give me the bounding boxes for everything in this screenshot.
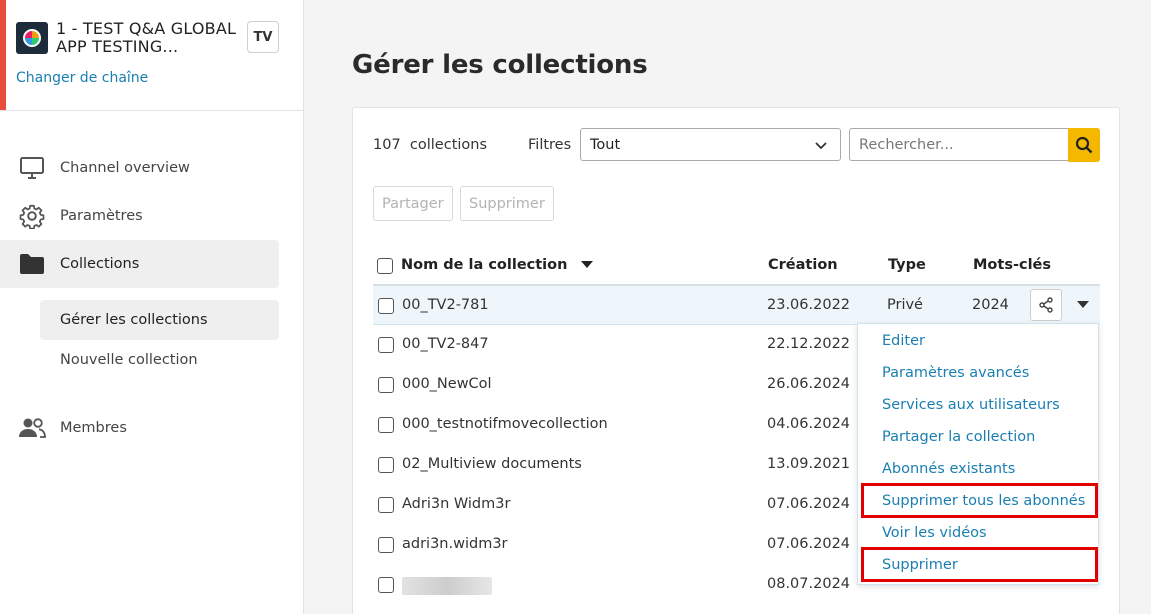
channel-type-badge[interactable]: TV: [247, 21, 279, 53]
row-checkbox[interactable]: [378, 298, 394, 314]
menu-item-voir-videos[interactable]: Voir les vidéos: [858, 519, 1098, 547]
folder-icon: [18, 250, 46, 278]
nav-item-membres[interactable]: Membres: [0, 404, 279, 452]
sub-nav-nouvelle-collection[interactable]: Nouvelle collection: [40, 340, 279, 380]
row-checkbox[interactable]: [378, 377, 394, 393]
row-actions-toggle[interactable]: [1073, 295, 1093, 315]
collection-name: 00_TV2-781: [402, 297, 489, 313]
nav-item-label: Collections: [60, 256, 140, 272]
row-checkbox[interactable]: [378, 577, 394, 593]
redacted-collection-name: [402, 577, 492, 595]
table-row[interactable]: 00_TV2-781 23.06.2022 Privé 2024: [373, 285, 1100, 325]
collection-name: 00_TV2-847: [402, 336, 489, 352]
menu-item-supprimer-abonnes[interactable]: Supprimer tous les abonnés: [861, 483, 1098, 518]
filters-label: Filtres: [528, 137, 572, 153]
sub-nav-gerer-collections[interactable]: Gérer les collections: [40, 300, 279, 340]
nav-item-channel-overview[interactable]: Channel overview: [0, 144, 279, 192]
creation-date: 26.06.2024: [767, 376, 851, 392]
menu-item-supprimer[interactable]: Supprimer: [861, 547, 1098, 582]
menu-item-abonnes-existants[interactable]: Abonnés existants: [858, 455, 1098, 483]
channel-name: 1 - TEST Q&A GLOBAL APP TESTING...: [56, 19, 237, 56]
column-header-creation[interactable]: Création: [768, 257, 838, 273]
search-button[interactable]: [1068, 128, 1100, 162]
users-icon: [18, 414, 46, 442]
collection-name: 000_testnotifmovecollection: [402, 416, 608, 432]
row-checkbox[interactable]: [378, 337, 394, 353]
row-checkbox[interactable]: [378, 457, 394, 473]
nav-item-label: Channel overview: [60, 160, 190, 176]
collection-count: 107 collections: [373, 137, 488, 153]
creation-date: 13.09.2021: [767, 456, 851, 472]
creation-date: 07.06.2024: [767, 536, 851, 552]
nav-item-label: Paramètres: [60, 208, 143, 224]
row-actions-menu: Editer Paramètres avancés Services aux u…: [857, 323, 1099, 585]
channel-logo: [16, 22, 48, 54]
row-share-button[interactable]: [1030, 289, 1062, 321]
search-icon: [1075, 136, 1093, 154]
collection-name: adri3n.widm3r: [402, 536, 508, 552]
collection-name: 000_NewCol: [402, 376, 492, 392]
creation-date: 23.06.2022: [767, 297, 851, 313]
share-button[interactable]: Partager: [373, 186, 453, 221]
creation-date: 07.06.2024: [767, 496, 851, 512]
creation-date: 22.12.2022: [767, 336, 851, 352]
chevron-down-icon: [815, 142, 827, 150]
filter-select[interactable]: Tout: [580, 128, 841, 161]
menu-item-parametres-avances[interactable]: Paramètres avancés: [858, 359, 1098, 387]
column-header-keywords[interactable]: Mots-clés: [973, 257, 1051, 273]
gear-icon: [18, 202, 46, 230]
change-channel-link[interactable]: Changer de chaîne: [16, 70, 148, 86]
caret-down-icon: [1077, 301, 1089, 308]
menu-item-services-utilisateurs[interactable]: Services aux utilisateurs: [858, 391, 1098, 419]
collection-type: Privé: [887, 297, 923, 313]
collection-keywords: 2024: [972, 297, 1009, 313]
page-title: Gérer les collections: [352, 50, 648, 80]
delete-button[interactable]: Supprimer: [460, 186, 554, 221]
nav-item-parametres[interactable]: Paramètres: [0, 192, 279, 240]
collection-name: Adri3n Widm3r: [402, 496, 511, 512]
sidebar: 1 - TEST Q&A GLOBAL APP TESTING... TV Ch…: [0, 0, 304, 614]
accent-strip: [0, 0, 6, 110]
column-header-name[interactable]: Nom de la collection: [401, 257, 593, 273]
row-checkbox[interactable]: [378, 497, 394, 513]
filter-selected-value: Tout: [590, 136, 621, 153]
search-input[interactable]: [849, 128, 1069, 161]
row-checkbox[interactable]: [378, 417, 394, 433]
select-all-checkbox[interactable]: [377, 258, 393, 274]
creation-date: 08.07.2024: [767, 576, 851, 592]
nav-item-collections[interactable]: Collections: [0, 240, 279, 288]
menu-item-partager-collection[interactable]: Partager la collection: [858, 423, 1098, 451]
sort-desc-icon: [580, 261, 593, 268]
channel-header: 1 - TEST Q&A GLOBAL APP TESTING... TV Ch…: [0, 0, 303, 111]
menu-item-editer[interactable]: Editer: [858, 327, 1098, 355]
share-icon: [1039, 297, 1053, 313]
creation-date: 04.06.2024: [767, 416, 851, 432]
monitor-icon: [18, 154, 46, 182]
column-header-type[interactable]: Type: [888, 257, 926, 273]
nav-item-label: Membres: [60, 420, 127, 436]
collection-name: 02_Multiview documents: [402, 456, 582, 472]
row-checkbox[interactable]: [378, 537, 394, 553]
